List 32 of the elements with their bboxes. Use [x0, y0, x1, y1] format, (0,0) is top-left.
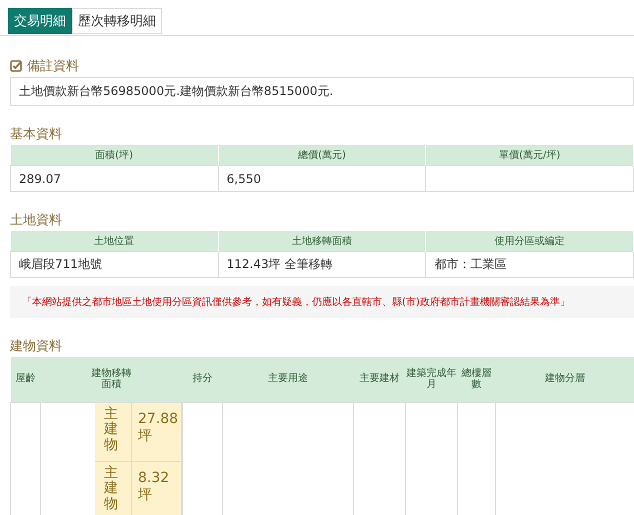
- column-header: 建築完成年月: [406, 357, 458, 402]
- column-header: 主要用途: [222, 357, 354, 402]
- column-header: 使用分區或編定: [426, 231, 634, 252]
- remark-text: 土地價款新台幣56985000元.建物價款新台幣8515000元.: [10, 77, 634, 106]
- table-cell: 都市：工業區: [426, 252, 634, 278]
- table-cell: 289.07: [10, 166, 218, 192]
- column-header: 面積(坪): [10, 145, 218, 166]
- table-cell: 主建物: [95, 462, 132, 515]
- checkbox-icon: [10, 60, 22, 72]
- table-cell: 112.43坪 全筆移轉: [218, 252, 426, 278]
- column-header: 建物分層: [496, 357, 634, 402]
- disclaimer-text: 「本網站提供之都市地區土地使用分區資訊僅供參考，如有疑義，仍應以各直轄市、縣(市)政府都市計畫機關審認結果為準」: [22, 296, 571, 310]
- tab[interactable]: 歷次轉移明細: [72, 8, 162, 34]
- table-cell: 峨眉段711地號: [10, 252, 218, 278]
- column-header: 主要建材: [354, 357, 406, 402]
- column-header: 建物移轉面積: [40, 357, 182, 402]
- column-header: 總樓層數: [458, 357, 496, 402]
- tab[interactable]: 交易明細: [8, 8, 72, 34]
- section-title: 備註資料: [27, 58, 79, 75]
- table-cell: 6,550: [218, 166, 426, 192]
- section-title: 建物資料: [10, 338, 62, 355]
- column-header: 總價(萬元): [218, 145, 426, 166]
- section-title: 土地資料: [10, 212, 62, 229]
- column-header: 屋齡: [10, 357, 40, 402]
- table-cell: 8.32坪: [132, 462, 182, 515]
- table-cell: 27.88坪: [132, 403, 182, 462]
- table-cell: 主建物: [95, 403, 132, 462]
- column-header: 土地位置: [10, 231, 218, 252]
- section-title: 基本資料: [10, 126, 62, 143]
- column-header: 持分: [182, 357, 222, 402]
- column-header: 單價(萬元/坪): [426, 145, 634, 166]
- column-header: 土地移轉面積: [218, 231, 426, 252]
